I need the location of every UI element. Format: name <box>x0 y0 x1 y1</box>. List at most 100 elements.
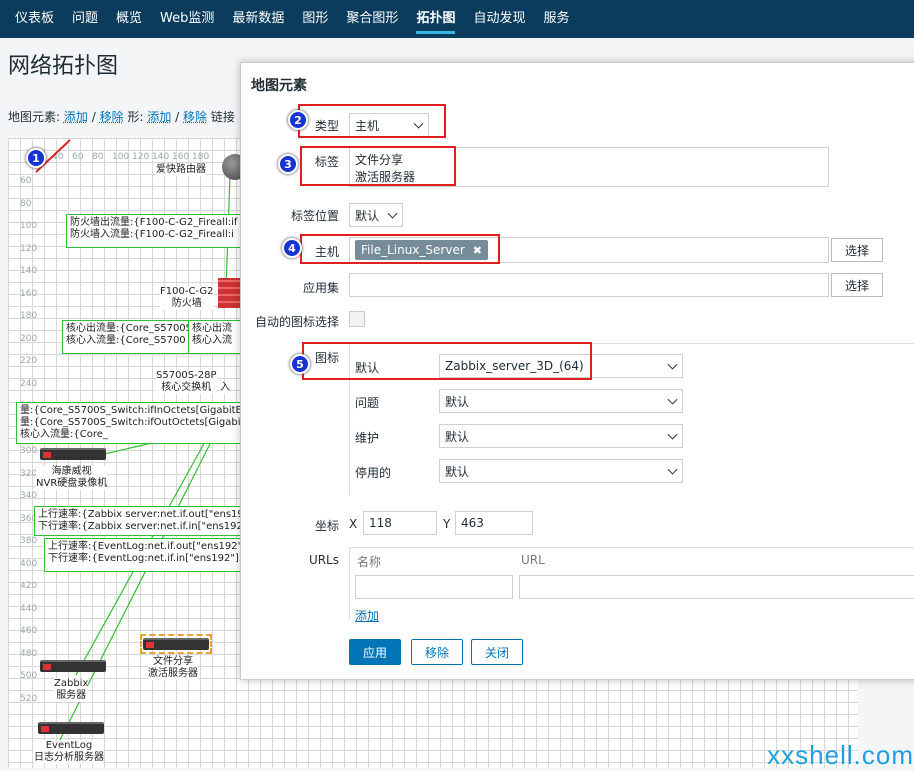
nvr-label: 海康威视 NVR硬盘录像机 <box>36 466 108 490</box>
map-ruler-y-tick: 180 <box>20 311 38 321</box>
watermark: xxshell.com <box>767 740 914 770</box>
element-remove-link[interactable]: 移除 <box>100 110 124 124</box>
separator: / <box>175 110 180 124</box>
nav-overview[interactable]: 概览 <box>107 0 151 38</box>
application-select-button[interactable]: 选择 <box>831 273 883 297</box>
separator: / <box>91 110 96 124</box>
zabbix-server-icon[interactable] <box>40 660 106 672</box>
nav-graphs[interactable]: 图形 <box>293 0 337 38</box>
map-ruler-y-tick: 420 <box>20 581 38 591</box>
icon-maintenance-label: 维护 <box>355 431 380 445</box>
label-textarea[interactable]: 文件分享 激活服务器 <box>349 147 829 187</box>
map-ruler-y-tick: 220 <box>20 356 38 366</box>
map-ruler-y-tick: 140 <box>20 266 38 276</box>
map-ruler-y-tick: 200 <box>20 333 38 344</box>
coords-label: 坐标 <box>314 519 339 533</box>
icon-maintenance-select[interactable]: 默认 <box>439 424 683 448</box>
element-add-link[interactable]: 添加 <box>64 110 88 124</box>
core-switch-traffic-box[interactable]: 量:{Core_S5700S_Switch:ifInOctets[Gigabit… <box>16 402 242 444</box>
nav-screens[interactable]: 聚合图形 <box>337 0 407 38</box>
map-ruler-y-tick: 300 <box>20 446 38 456</box>
close-button[interactable]: 关闭 <box>471 639 523 665</box>
url-name-input[interactable] <box>355 575 513 599</box>
map-ruler-y-tick: 400 <box>20 558 38 569</box>
step-badge-5: 5 <box>290 354 310 374</box>
map-ruler-y-tick: 460 <box>20 626 38 636</box>
step-badge-2: 2 <box>288 110 308 130</box>
step-badge-1: 1 <box>26 148 46 168</box>
y-label: Y <box>443 517 451 531</box>
nav-maps[interactable]: 拓扑图 <box>407 0 464 38</box>
top-nav: 仪表板 问题 概览 Web监测 最新数据 图形 聚合图形 拓扑图 自动发现 服务 <box>0 0 914 38</box>
shape-add-link[interactable]: 添加 <box>147 110 171 124</box>
y-coordinate-input[interactable]: 463 <box>455 511 533 535</box>
label-label: 标签 <box>314 155 339 169</box>
router-label: 爱快路由器 <box>156 164 206 176</box>
icon-disabled-label: 停用的 <box>355 466 392 480</box>
core-traffic-box-b[interactable]: 核心出流 核心入流 <box>188 320 242 354</box>
nav-web[interactable]: Web监测 <box>151 0 223 38</box>
x-label: X <box>349 517 358 531</box>
map-ruler-y-tick: 320 <box>20 468 38 479</box>
auto-icon-checkbox[interactable] <box>349 311 365 327</box>
links-label: 链接 <box>210 110 235 124</box>
icon-default-select[interactable]: Zabbix_server_3D_(64) <box>439 354 683 378</box>
map-element-dialog: 地图元素 类型 主机 标签 文件分享 激活服务器 标签位置 默认 主机 File… <box>240 62 914 680</box>
map-ruler-y-tick: 520 <box>20 693 38 704</box>
map-ruler-y-tick: 80 <box>20 198 32 209</box>
step-badge-4: 4 <box>282 238 302 258</box>
label-position-select[interactable]: 默认 <box>349 203 403 227</box>
step-badge-3: 3 <box>278 154 298 174</box>
nav-latest-data[interactable]: 最新数据 <box>223 0 293 38</box>
nav-dashboard[interactable]: 仪表板 <box>6 0 63 38</box>
url-input[interactable] <box>519 575 914 599</box>
eventlog-traffic-box[interactable]: 上行速率:{EventLog:net.if.out["ens192"] 下行速率:… <box>44 538 242 572</box>
nav-discovery[interactable]: 自动发现 <box>464 0 534 38</box>
icon-disabled-select[interactable]: 默认 <box>439 459 683 483</box>
application-label: 应用集 <box>302 281 339 295</box>
zabbix-traffic-box[interactable]: 上行速率:{Zabbix server:net.if.out["ens19 下行速… <box>34 506 242 536</box>
map-ruler-y-tick: 120 <box>20 243 38 254</box>
map-ruler-x: 40 60 80 100 120 140 160 180 <box>52 152 210 162</box>
map-ruler-y-tick: 100 <box>20 221 38 231</box>
eventlog-label: EventLog 日志分析服务器 <box>34 740 104 764</box>
map-ruler-y-tick: 480 <box>20 648 38 659</box>
icon-default-label: 默认 <box>355 361 380 375</box>
map-ruler-y-tick: 440 <box>20 603 38 614</box>
firewall-icon[interactable] <box>218 278 242 308</box>
map-ruler-y-tick: 160 <box>20 288 38 299</box>
label-position-label: 标签位置 <box>290 209 339 223</box>
auto-icon-label: 自动的图标选择 <box>254 315 339 329</box>
dialog-title: 地图元素 <box>251 78 307 94</box>
nav-services[interactable]: 服务 <box>534 0 578 38</box>
nav-problems[interactable]: 问题 <box>63 0 107 38</box>
url-add-link[interactable]: 添加 <box>355 607 379 624</box>
shape-remove-link[interactable]: 移除 <box>183 110 207 124</box>
map-ruler-y-tick: 60 <box>20 176 32 186</box>
urls-label: URLs <box>308 553 339 567</box>
core-traffic-box-a[interactable]: 核心出流量:{Core_S5700S 核心入流量:{Core_S5700 <box>62 320 190 354</box>
zabbix-label: Zabbix 服务器 <box>54 678 89 702</box>
host-select-button[interactable]: 选择 <box>831 238 883 262</box>
nvr-server-icon[interactable] <box>40 448 106 460</box>
fileshare-label: 文件分享 激活服务器 <box>148 656 198 680</box>
map-toolbar: 地图元素: 添加 / 移除 形: 添加 / 移除 链接 <box>8 108 235 125</box>
eventlog-server-icon[interactable] <box>38 722 104 734</box>
fileshare-server-icon[interactable] <box>143 638 209 650</box>
host-multiselect[interactable]: File_Linux_Server ✖ <box>349 237 829 263</box>
icon-problem-select[interactable]: 默认 <box>439 389 683 413</box>
host-tag: File_Linux_Server ✖ <box>355 240 488 260</box>
page-title: 网络拓扑图 <box>8 54 119 79</box>
url-header: URL <box>521 553 545 567</box>
remove-button[interactable]: 移除 <box>411 639 463 665</box>
firewall-traffic-box[interactable]: 防火墙出流量:{F100-C-G2_Fireall:if 防火墙入流量:{F100… <box>66 214 242 248</box>
url-name-header: 名称 <box>357 555 382 569</box>
type-select[interactable]: 主机 <box>349 113 429 137</box>
switch-label: S5700S-28P 核心交换机 <box>156 370 217 394</box>
map-ruler-y-tick: 340 <box>20 491 38 501</box>
elements-label: 地图元素: <box>8 110 61 124</box>
host-tag-remove-icon[interactable]: ✖ <box>473 244 482 257</box>
application-input[interactable] <box>349 273 829 297</box>
apply-button[interactable]: 应用 <box>349 639 401 665</box>
x-coordinate-input[interactable]: 118 <box>363 511 437 535</box>
